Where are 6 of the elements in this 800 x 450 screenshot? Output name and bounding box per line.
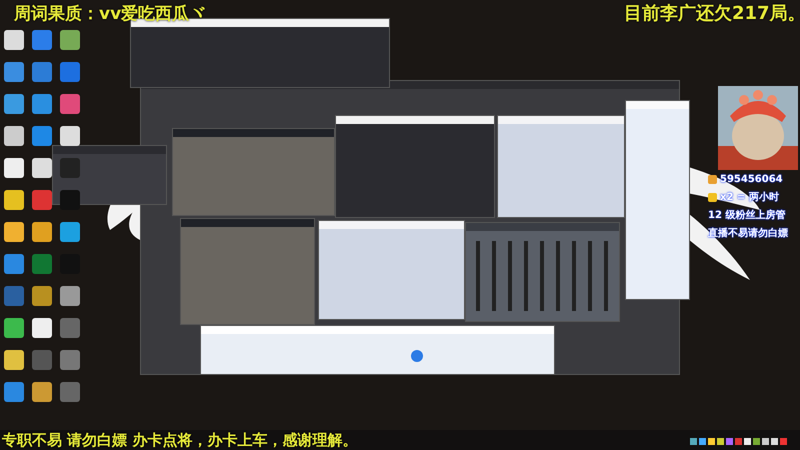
overlay-text: 目前李广还欠217局。	[624, 2, 800, 26]
note-text: x2 = 两小时	[708, 190, 788, 205]
note-text: 595456064	[708, 172, 788, 187]
note-text: 12 级粉丝上房管	[708, 208, 786, 223]
overlay-text: 周词果质：vv爱吃西瓜ヾ	[14, 3, 206, 26]
overlay-text: 专职不易 请勿白嫖 办卡点将，办卡上车，感谢理解。	[2, 430, 358, 450]
